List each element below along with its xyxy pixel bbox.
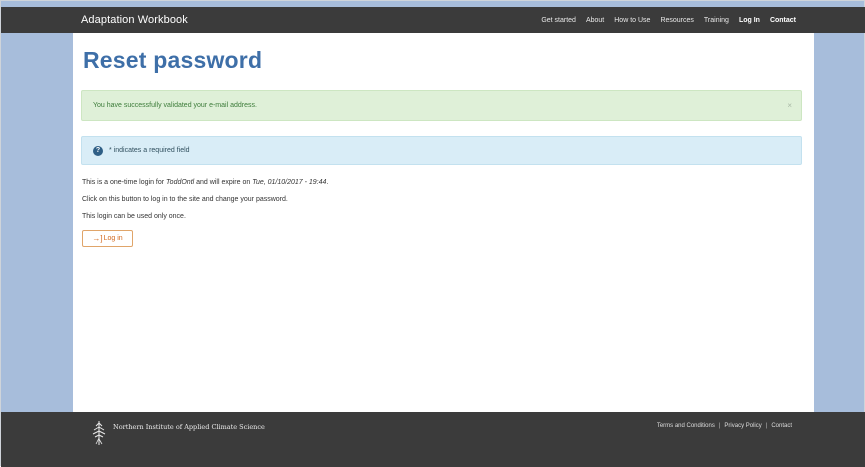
question-circle-icon: ? <box>93 146 103 156</box>
page-title: Reset password <box>83 47 263 73</box>
username: ToddOntl <box>166 179 195 186</box>
nav-training[interactable]: Training <box>704 17 729 24</box>
required-field-info: ? * indicates a required field <box>81 136 802 165</box>
one-time-login-text: This is a one-time login for ToddOntl an… <box>82 179 329 186</box>
log-in-button-label: Log in <box>103 235 123 242</box>
tree-logo-icon <box>92 421 106 445</box>
expiry-date: Tue, 01/10/2017 - 19:44 <box>252 179 327 186</box>
main-nav: Get started About How to Use Resources T… <box>541 7 796 33</box>
main-content: Reset password You have successfully val… <box>73 33 814 413</box>
page-frame: Adaptation Workbook Get started About Ho… <box>0 0 865 467</box>
nav-get-started[interactable]: Get started <box>541 17 576 24</box>
single-use-text: This login can be used only once. <box>82 213 186 220</box>
footer-terms-link[interactable]: Terms and Conditions <box>657 423 715 429</box>
log-in-icon: →] <box>92 233 103 243</box>
success-message: You have successfully validated your e-m… <box>93 102 257 109</box>
nav-how-to-use[interactable]: How to Use <box>614 17 650 24</box>
footer-links: Terms and Conditions | Privacy Policy | … <box>657 423 792 429</box>
footer-separator: | <box>718 423 721 429</box>
instruction-text: Click on this button to log in to the si… <box>82 196 288 203</box>
nav-contact[interactable]: Contact <box>770 17 796 24</box>
top-navbar: Adaptation Workbook Get started About Ho… <box>1 7 865 33</box>
success-alert: You have successfully validated your e-m… <box>81 90 802 121</box>
log-in-button[interactable]: →] Log in <box>82 230 133 247</box>
footer-contact-link[interactable]: Contact <box>771 423 792 429</box>
footer-privacy-link[interactable]: Privacy Policy <box>724 423 761 429</box>
site-footer: Northern Institute of Applied Climate Sc… <box>1 412 865 467</box>
info-message: * indicates a required field <box>109 147 190 154</box>
nav-resources[interactable]: Resources <box>660 17 693 24</box>
site-brand-link[interactable]: Adaptation Workbook <box>81 7 188 33</box>
close-icon[interactable]: × <box>787 91 792 121</box>
nav-log-in[interactable]: Log In <box>739 17 760 24</box>
nav-about[interactable]: About <box>586 17 604 24</box>
footer-org-name: Northern Institute of Applied Climate Sc… <box>113 423 265 431</box>
footer-separator: | <box>765 423 768 429</box>
